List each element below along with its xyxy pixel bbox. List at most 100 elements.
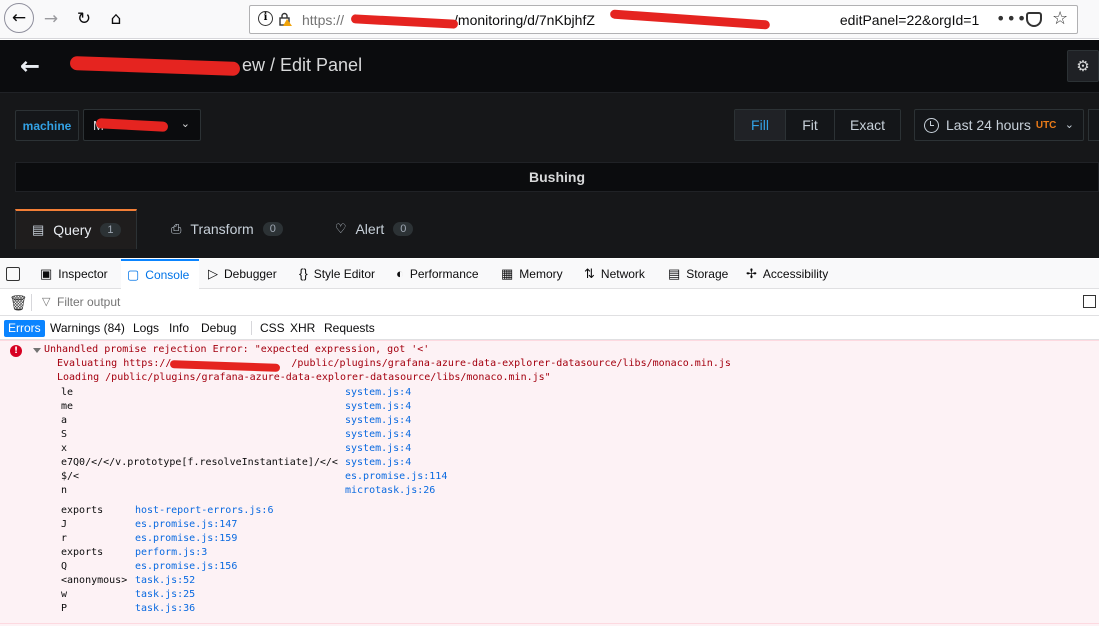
xhr-filter-button[interactable]: XHR xyxy=(286,320,319,337)
expand-toggle-icon[interactable] xyxy=(33,348,41,353)
tab-memory[interactable]: ▦ Memory xyxy=(501,259,563,288)
info-icon[interactable]: i xyxy=(258,11,273,26)
element-picker-icon[interactable] xyxy=(6,267,20,281)
stack-frame: w task.js:25 xyxy=(61,588,195,602)
stack-frame: <anonymous> task.js:52 xyxy=(61,574,195,588)
stack-frame: e7Q0/</</v.prototype[f.resolveInstantiat… xyxy=(61,456,411,470)
stack-frame: x system.js:4 xyxy=(61,442,411,456)
stack-source-link[interactable]: es.promise.js:156 xyxy=(135,560,237,574)
requests-filter-button[interactable]: Requests xyxy=(320,320,379,337)
debugger-icon: ▷ xyxy=(208,265,218,281)
panel-title: Bushing xyxy=(15,162,1099,192)
divider xyxy=(31,294,32,311)
stack-frame: r es.promise.js:159 xyxy=(61,532,237,546)
filter-icon: ▽ xyxy=(42,295,51,308)
errors-filter-button[interactable]: Errors xyxy=(4,320,45,337)
home-icon[interactable]: ⌂ xyxy=(101,5,131,33)
exact-button[interactable]: Exact xyxy=(835,110,900,140)
stack-source-link[interactable]: task.js:52 xyxy=(135,574,195,588)
stack-frame: a system.js:4 xyxy=(61,414,411,428)
warnings-filter-button[interactable]: Warnings (84) xyxy=(46,320,129,337)
back-arrow-icon[interactable]: ← xyxy=(20,52,40,80)
variable-select[interactable]: M ⌄ xyxy=(83,109,201,141)
stack-frame: me system.js:4 xyxy=(61,400,411,414)
stack-source-link[interactable]: task.js:25 xyxy=(135,588,195,602)
console-output: ! Unhandled promise rejection Error: "ex… xyxy=(0,340,1099,626)
tab-label: Alert xyxy=(355,221,385,237)
tab-alert[interactable]: ♡ Alert 0 xyxy=(319,209,430,249)
pocket-icon[interactable] xyxy=(1026,12,1042,27)
stack-source-link[interactable]: host-report-errors.js:6 xyxy=(135,504,273,518)
stack-function: <anonymous> xyxy=(61,575,128,586)
stack-source-link[interactable]: task.js:36 xyxy=(135,602,195,616)
stack-frame: $/< es.promise.js:114 xyxy=(61,470,447,484)
clock-icon xyxy=(924,117,939,133)
stack-source-link[interactable]: es.promise.js:114 xyxy=(345,470,447,484)
bookmark-star-icon[interactable]: ☆ xyxy=(1052,8,1068,29)
accessibility-icon: ✢ xyxy=(746,265,757,281)
forward-arrow-icon[interactable]: → xyxy=(36,5,66,33)
tab-performance[interactable]: ◐ Performance xyxy=(396,259,479,288)
stack-frame: Ssystem.js:4 xyxy=(61,428,411,442)
persist-logs-checkbox[interactable] xyxy=(1083,295,1096,308)
stack-source-link[interactable]: es.promise.js:147 xyxy=(135,518,237,532)
url-bar[interactable]: i https:///monitoring/d/7nKbjhfZ editPane… xyxy=(249,5,1078,34)
gear-icon[interactable]: ⚙ xyxy=(1067,50,1099,82)
tab-inspector[interactable]: ▣ Inspector xyxy=(40,259,108,288)
tab-storage[interactable]: ▤ Storage xyxy=(668,259,728,288)
browser-toolbar: ← → ↻ ⌂ i https:///monitoring/d/7nKbjhfZ… xyxy=(0,0,1099,39)
stack-source-link[interactable]: system.js:4 xyxy=(345,386,411,400)
stack-frame: Ptask.js:36 xyxy=(61,602,195,616)
tab-console[interactable]: ▢ Console xyxy=(121,259,199,289)
tab-transform[interactable]: ⎙ Transform 0 xyxy=(155,209,299,249)
stack-function: exports xyxy=(61,505,104,516)
transform-icon: ⎙ xyxy=(171,221,182,236)
back-arrow-icon[interactable]: ← xyxy=(4,3,34,33)
stack-function: J xyxy=(61,519,68,530)
more-icon[interactable]: ••• xyxy=(996,9,1027,28)
trash-icon[interactable]: 🗑 xyxy=(9,294,28,312)
stack-source-link[interactable]: system.js:4 xyxy=(345,456,411,470)
fit-button[interactable]: Fit xyxy=(786,110,835,140)
tab-style-editor[interactable]: {} Style Editor xyxy=(299,259,375,288)
stack-function: x xyxy=(61,443,68,454)
tab-network[interactable]: ⇅ Network xyxy=(584,259,645,288)
stack-function: a xyxy=(61,415,68,426)
stack-source-link[interactable]: system.js:4 xyxy=(345,400,411,414)
editor-tabs: ▤ Query 1 ⎙ Transform 0 ♡ Alert 0 xyxy=(15,209,429,249)
fill-button[interactable]: Fill xyxy=(735,110,786,140)
tab-accessibility[interactable]: ✢ Accessibility xyxy=(746,259,828,288)
time-range-label: Last 24 hours xyxy=(946,117,1031,133)
error-message: Unhandled promise rejection Error: "expe… xyxy=(44,344,430,355)
debug-filter-button[interactable]: Debug xyxy=(197,320,240,337)
filter-input[interactable] xyxy=(57,295,357,309)
redaction-mark xyxy=(95,118,169,132)
error-icon: ! xyxy=(10,345,22,357)
divider xyxy=(0,623,1099,624)
bell-icon: ♡ xyxy=(334,221,347,236)
stack-source-link[interactable]: system.js:4 xyxy=(345,414,411,428)
info-filter-button[interactable]: Info xyxy=(165,320,193,337)
tab-count: 0 xyxy=(393,222,414,236)
stack-source-link[interactable]: microtask.js:26 xyxy=(345,484,435,498)
css-filter-button[interactable]: CSS xyxy=(256,320,289,337)
network-icon: ⇅ xyxy=(584,265,595,281)
time-range-picker[interactable]: Last 24 hours UTC ⌄ xyxy=(914,109,1084,141)
chevron-down-icon: ⌄ xyxy=(180,118,190,130)
tab-label: Query xyxy=(53,222,92,238)
tab-query[interactable]: ▤ Query 1 xyxy=(15,209,137,249)
stack-frame: exports perform.js:3 xyxy=(61,546,207,560)
stack-source-link[interactable]: system.js:4 xyxy=(345,428,411,442)
redaction-mark xyxy=(69,56,241,76)
reload-icon[interactable]: ↻ xyxy=(69,5,99,33)
zoom-button[interactable] xyxy=(1088,109,1099,141)
tab-debugger[interactable]: ▷ Debugger xyxy=(208,259,277,288)
lock-warning-icon[interactable] xyxy=(278,12,292,26)
stack-function: w xyxy=(61,589,68,600)
stack-source-link[interactable]: system.js:4 xyxy=(345,442,411,456)
stack-frame: Qes.promise.js:156 xyxy=(61,560,237,574)
variable-label: machine xyxy=(15,110,79,141)
stack-source-link[interactable]: es.promise.js:159 xyxy=(135,532,237,546)
logs-filter-button[interactable]: Logs xyxy=(129,320,163,337)
stack-source-link[interactable]: perform.js:3 xyxy=(135,546,207,560)
